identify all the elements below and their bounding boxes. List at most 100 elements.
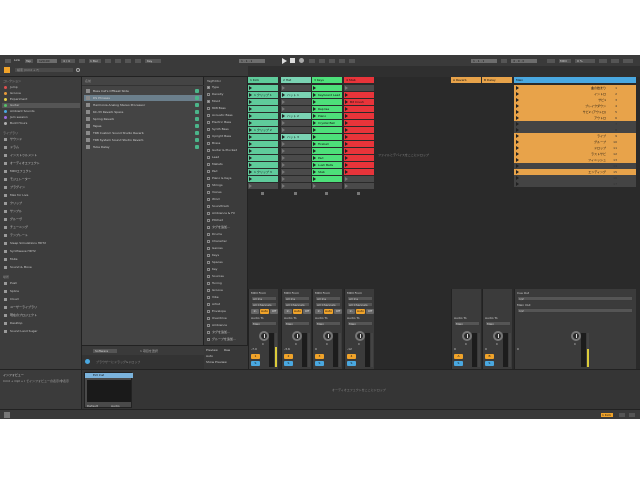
clip-play-icon[interactable] — [313, 93, 316, 97]
clip-slot[interactable] — [281, 99, 311, 105]
pan-knob[interactable] — [462, 331, 472, 341]
sidebar-library-8[interactable]: クリップ — [2, 201, 80, 206]
tag-checkbox[interactable] — [207, 226, 210, 229]
clip-slot[interactable] — [248, 113, 278, 119]
tag-checkbox[interactable] — [207, 254, 210, 257]
input-type-dropdown[interactable]: All Ins — [347, 296, 373, 301]
status-left-icon[interactable] — [4, 412, 10, 418]
sidebar-collection-0[interactable]: Jump — [2, 85, 80, 90]
clip-play-icon[interactable] — [345, 107, 348, 111]
clip-stop-icon[interactable] — [261, 192, 264, 195]
clip-slot[interactable] — [248, 134, 278, 140]
time-signature-field[interactable]: 4 / 4 — [60, 58, 76, 64]
sidebar-place-3[interactable]: ユーザーライブラリ — [2, 305, 80, 310]
tag-checkbox[interactable] — [207, 317, 210, 320]
clip-slot[interactable]: ハット 1 — [281, 92, 311, 98]
clip-slot[interactable] — [281, 127, 311, 133]
sidebar-collection-3[interactable]: Guitar — [2, 103, 80, 108]
monitor-in-button[interactable]: In — [251, 309, 259, 314]
tag-checkbox[interactable] — [207, 100, 210, 103]
key-map-button[interactable]: Key — [144, 58, 162, 64]
tag-checkbox[interactable] — [207, 156, 210, 159]
sidebar-place-5[interactable]: Desktop — [2, 321, 80, 326]
clip-slot[interactable] — [281, 162, 311, 168]
tag-checkbox[interactable] — [207, 191, 210, 194]
clip-slot[interactable]: Pad — [312, 155, 342, 161]
sidebar-library-11[interactable]: チューニング — [2, 225, 80, 230]
tag-row[interactable]: Density — [206, 92, 246, 97]
tag-row[interactable]: Ambience — [206, 323, 246, 328]
clip-slot[interactable] — [248, 141, 278, 147]
clip-slot[interactable] — [344, 92, 374, 98]
tag-row[interactable]: Type — [206, 85, 246, 90]
tag-checkbox[interactable] — [207, 289, 210, 292]
detail-toggle-button[interactable] — [618, 412, 626, 418]
tag-checkbox[interactable] — [207, 219, 210, 222]
input-channel-dropdown[interactable]: All Channels — [347, 302, 373, 307]
clip-play-icon[interactable] — [345, 177, 348, 181]
volume-fader[interactable] — [302, 333, 307, 367]
sidebar-library-12[interactable]: テンプレート — [2, 233, 80, 238]
tag-checkbox[interactable] — [207, 275, 210, 278]
solo-button[interactable]: S — [315, 361, 324, 366]
monitor-auto-button[interactable]: Auto — [260, 309, 269, 314]
pan-knob[interactable] — [571, 331, 581, 341]
monitor-off-button[interactable]: Off — [366, 309, 374, 314]
output-dropdown[interactable]: Main — [454, 321, 480, 326]
clip-slot[interactable] — [281, 176, 311, 182]
output-dropdown[interactable]: Main — [347, 321, 373, 326]
clip-play-icon[interactable] — [282, 93, 285, 97]
clip-slot[interactable] — [312, 127, 342, 133]
clip-play-icon[interactable] — [282, 121, 285, 125]
clip-slot[interactable]: Reprise — [312, 106, 342, 112]
tag-checkbox[interactable] — [207, 296, 210, 299]
track-selector[interactable]: 1 Kick — [600, 412, 614, 418]
scene-launch-icon[interactable] — [516, 152, 519, 156]
sidebar-library-5[interactable]: モジュレーター — [2, 177, 80, 182]
preview-icon[interactable] — [85, 359, 90, 364]
pan-knob[interactable] — [323, 331, 333, 341]
clip-play-icon[interactable] — [249, 128, 252, 132]
clip-slot[interactable] — [344, 148, 374, 154]
tag-checkbox[interactable] — [207, 114, 210, 117]
monitor-auto-button[interactable]: Auto — [356, 309, 365, 314]
browser-toggle-icon[interactable] — [4, 67, 10, 73]
metronome-button[interactable] — [78, 58, 86, 64]
volume-fader[interactable] — [269, 333, 274, 367]
monitor-auto-button[interactable]: Auto — [293, 309, 302, 314]
scene-launch-icon[interactable] — [516, 170, 519, 174]
file-row[interactable]: Harmonia Analog Stereo Processor — [84, 102, 202, 108]
tag-row[interactable]: Guitar & Plucked — [206, 148, 246, 153]
track-header-1[interactable]: 2 Hat — [281, 77, 311, 83]
clip-slot[interactable]: Fireball — [312, 141, 342, 147]
clip-play-icon[interactable] — [249, 114, 252, 118]
file-row[interactable]: TR8 System Sound Studio Reverb — [84, 137, 202, 143]
tag-checkbox[interactable] — [207, 177, 210, 180]
tag-row[interactable]: Artist — [206, 302, 246, 307]
clip-play-icon[interactable] — [345, 184, 348, 188]
clip-play-icon[interactable] — [249, 156, 252, 160]
clip-play-icon[interactable] — [313, 135, 316, 139]
clip-play-icon[interactable] — [282, 135, 285, 139]
tag-checkbox[interactable] — [207, 184, 210, 187]
output-dropdown[interactable]: Main — [315, 321, 341, 326]
clip-slot[interactable] — [312, 99, 342, 105]
tag-checkbox[interactable] — [207, 240, 210, 243]
clip-slot[interactable] — [312, 85, 342, 91]
punch-button[interactable] — [500, 58, 508, 64]
output-dropdown[interactable]: Main — [485, 321, 511, 326]
settings-button[interactable] — [622, 58, 634, 64]
monitor-off-button[interactable]: Off — [334, 309, 342, 314]
tag-row[interactable]: Ambience & FX — [206, 211, 246, 216]
clip-play-icon[interactable] — [249, 100, 252, 104]
sidebar-library-14[interactable]: Synthwave HDT2 — [2, 249, 80, 254]
tag-row[interactable]: Acoustic Bass — [206, 113, 246, 118]
search-icon[interactable] — [76, 68, 80, 72]
tag-checkbox[interactable] — [207, 303, 210, 306]
clip-slot[interactable] — [312, 134, 342, 140]
pan-knob[interactable] — [259, 331, 269, 341]
clip-play-icon[interactable] — [345, 142, 348, 146]
file-row[interactable]: Bass Cat's Offbeat Slide — [84, 88, 202, 94]
tag-row[interactable]: Voices — [206, 190, 246, 195]
clip-slot[interactable]: Bit Crush Flanger — [344, 99, 374, 105]
